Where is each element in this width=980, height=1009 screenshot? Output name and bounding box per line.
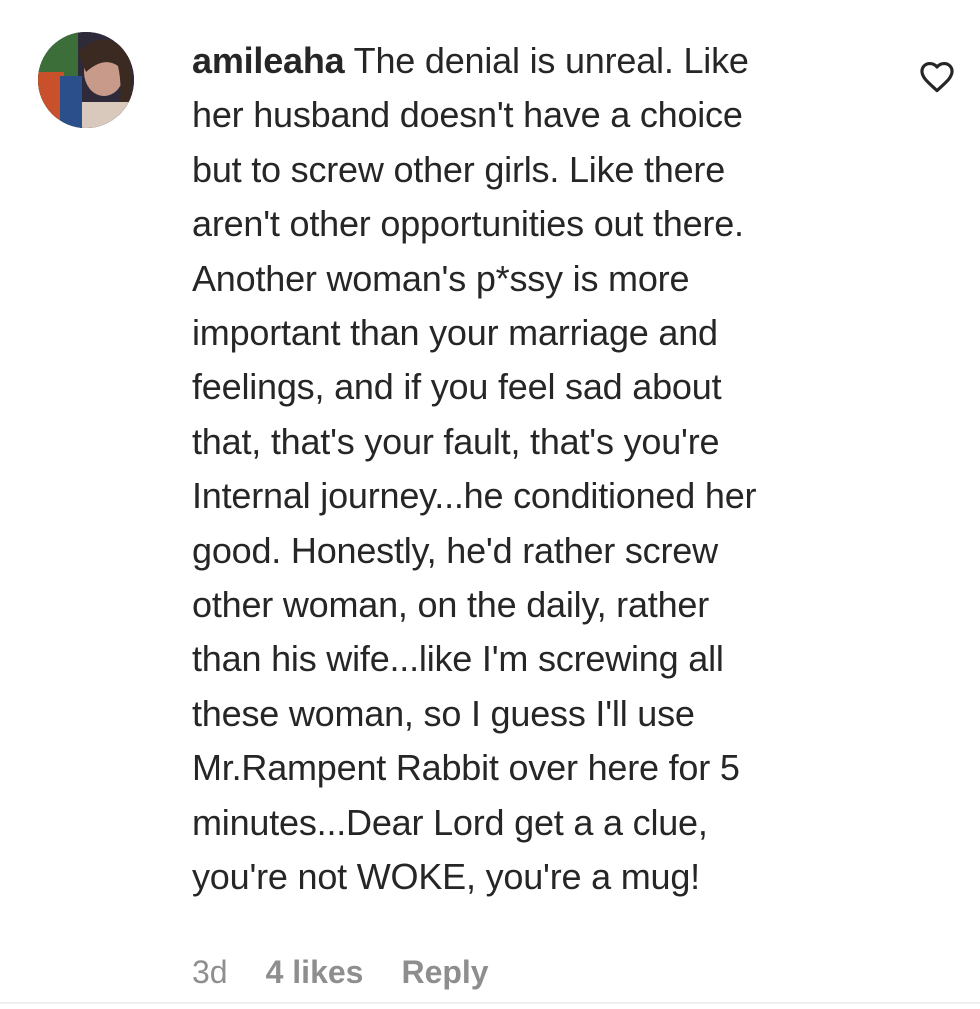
comment-text: The denial is unreal. Like her husband d… — [192, 40, 757, 898]
avatar[interactable] — [38, 32, 134, 128]
username-link[interactable]: amileaha — [192, 40, 345, 81]
comment-meta: 3d 4 likes Reply — [192, 950, 489, 994]
comment-body: amileaha The denial is unreal. Like her … — [192, 34, 882, 905]
divider — [0, 1002, 980, 1004]
comment-item: amileaha The denial is unreal. Like her … — [0, 0, 980, 1009]
avatar-image — [38, 32, 134, 128]
reply-button[interactable]: Reply — [401, 950, 488, 994]
likes-count-button[interactable]: 4 likes — [266, 950, 364, 994]
heart-outline-icon[interactable] — [918, 58, 956, 96]
comment-timestamp: 3d — [192, 954, 228, 990]
